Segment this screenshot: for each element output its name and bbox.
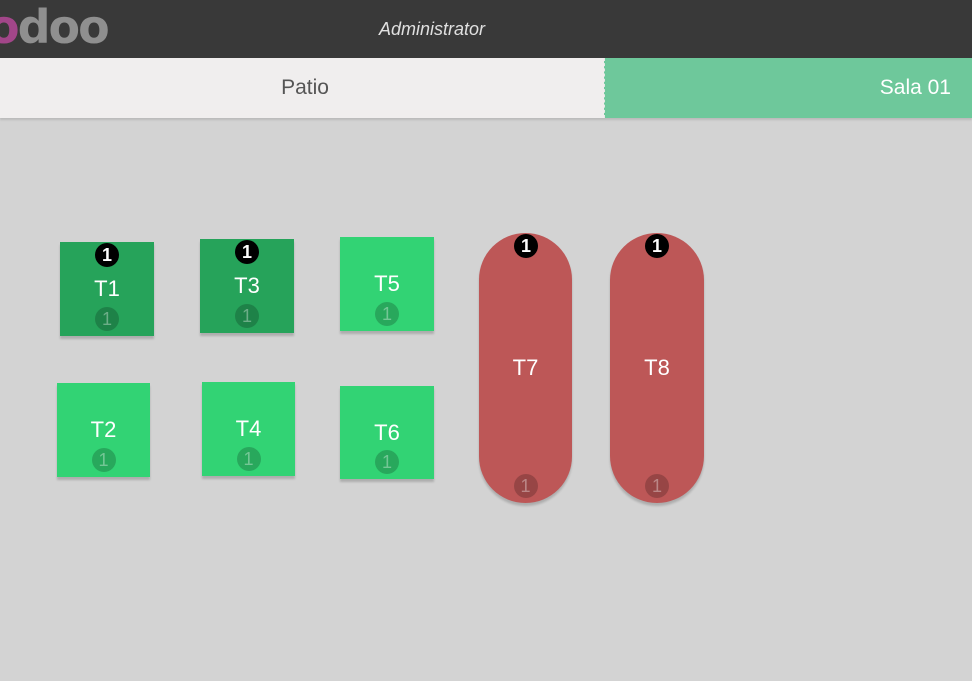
username-label[interactable]: Administrator xyxy=(379,19,485,40)
table-label: T7 xyxy=(512,355,539,380)
table-t1[interactable]: 1 T1 1 xyxy=(60,242,154,336)
floor-selector: Patio Sala 01 xyxy=(0,58,972,118)
top-bar: o doo Administrator xyxy=(0,0,972,58)
order-count-badge: 1 xyxy=(95,243,119,267)
seat-count-badge: 1 xyxy=(236,447,261,471)
seat-count-badge: 1 xyxy=(513,474,538,498)
floor-tab-patio[interactable]: Patio xyxy=(0,58,604,118)
table-label: T8 xyxy=(644,355,670,380)
table-label: T1 xyxy=(94,276,120,301)
table-t5[interactable]: T5 1 xyxy=(340,237,434,331)
table-label: T3 xyxy=(234,273,260,298)
seat-count-badge: 1 xyxy=(95,307,119,331)
seat-count-badge: 1 xyxy=(235,304,259,328)
seat-count-badge: 1 xyxy=(375,450,399,474)
seat-count-badge: 1 xyxy=(375,302,399,326)
logo-letter: o xyxy=(0,0,20,54)
order-count-badge: 1 xyxy=(514,234,538,258)
table-t8[interactable]: 1 T8 1 xyxy=(610,233,704,503)
order-count-badge: 1 xyxy=(645,234,669,258)
odoo-logo: o doo xyxy=(0,0,110,56)
table-t4[interactable]: T4 1 xyxy=(202,382,295,476)
table-label: T6 xyxy=(374,419,400,445)
logo-text: doo xyxy=(17,0,110,54)
floor-tab-sala-01[interactable]: Sala 01 xyxy=(604,58,972,118)
order-count-badge: 1 xyxy=(235,240,259,264)
seat-count-badge: 1 xyxy=(645,474,669,498)
table-t3[interactable]: 1 T3 1 xyxy=(200,239,294,333)
table-t7[interactable]: 1 T7 1 xyxy=(479,233,572,503)
table-label: T5 xyxy=(374,271,400,296)
seat-count-badge: 1 xyxy=(91,448,116,472)
table-t2[interactable]: T2 1 xyxy=(57,383,150,477)
table-label: T2 xyxy=(90,417,117,442)
table-t6[interactable]: T6 1 xyxy=(340,386,434,479)
table-label: T4 xyxy=(235,416,262,441)
